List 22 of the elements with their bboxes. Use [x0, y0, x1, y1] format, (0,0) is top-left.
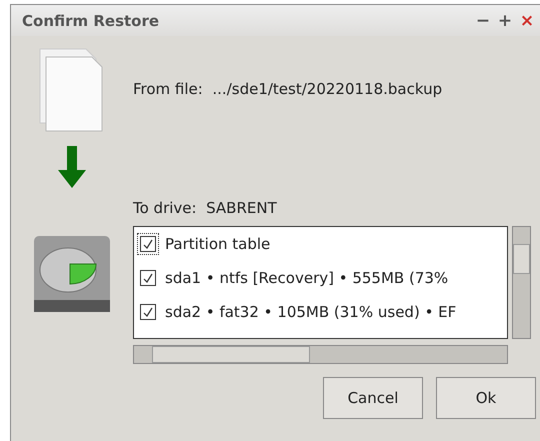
- target-drive-text: To drive: SABRENT: [133, 199, 278, 217]
- down-arrow-icon: [58, 146, 86, 188]
- checkbox[interactable]: [137, 301, 159, 323]
- document-icon: [39, 48, 105, 132]
- vertical-scrollbar[interactable]: [512, 226, 531, 339]
- maximize-button[interactable]: +: [494, 10, 516, 30]
- horizontal-scrollbar[interactable]: [133, 345, 508, 364]
- source-file-text: From file: .../sde1/test/20220118.backup: [133, 80, 444, 98]
- check-icon: [142, 272, 154, 284]
- partition-label: Partition table: [165, 235, 270, 253]
- partition-label: sda2 • fat32 • 105MB (31% used) • EF: [165, 303, 456, 321]
- check-icon: [142, 238, 154, 250]
- ok-button[interactable]: Ok: [436, 377, 536, 419]
- hard-drive-icon: [32, 234, 112, 314]
- checkbox[interactable]: [137, 267, 159, 289]
- close-button[interactable]: ×: [516, 10, 538, 30]
- partition-label: sda1 • ntfs [Recovery] • 555MB (73%: [165, 269, 448, 287]
- checkbox[interactable]: [137, 233, 159, 255]
- check-icon: [142, 306, 154, 318]
- window-title: Confirm Restore: [22, 12, 160, 30]
- minimize-button[interactable]: −: [472, 10, 494, 30]
- cancel-button[interactable]: Cancel: [323, 377, 423, 419]
